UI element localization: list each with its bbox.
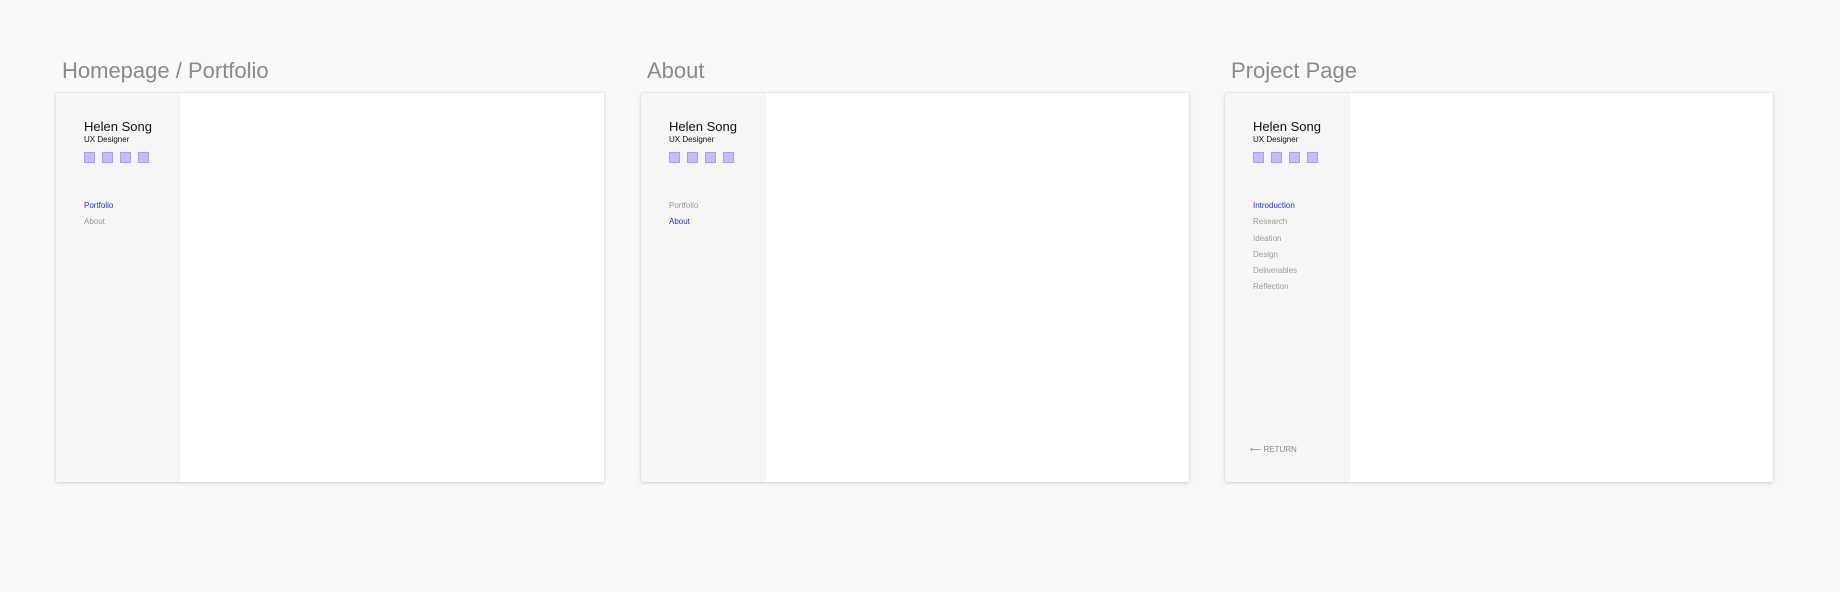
nav-item-portfolio[interactable]: Portfolio bbox=[669, 198, 698, 214]
social-icon-1[interactable] bbox=[84, 152, 95, 163]
nav-item-about[interactable]: About bbox=[669, 214, 698, 230]
sidebar-nav: Portfolio About bbox=[669, 198, 698, 231]
site-name[interactable]: Helen Song bbox=[1253, 119, 1321, 134]
social-links bbox=[1253, 152, 1318, 163]
sidebar: Helen Song UX Designer Portfolio About bbox=[56, 93, 181, 482]
nav-item-introduction[interactable]: Introduction bbox=[1253, 198, 1297, 214]
sidebar-nav: Introduction Research Ideation Design De… bbox=[1253, 198, 1297, 296]
board-title-homepage: Homepage / Portfolio bbox=[62, 58, 269, 83]
social-icon-4[interactable] bbox=[1307, 152, 1318, 163]
artboard-project-page: Helen Song UX Designer Introduction Rese… bbox=[1225, 93, 1773, 482]
site-role: UX Designer bbox=[669, 135, 715, 144]
social-icon-3[interactable] bbox=[705, 152, 716, 163]
social-icon-1[interactable] bbox=[669, 152, 680, 163]
return-link[interactable]: ⟵ RETURN bbox=[1250, 445, 1297, 454]
social-icon-1[interactable] bbox=[1253, 152, 1264, 163]
sidebar: Helen Song UX Designer Introduction Rese… bbox=[1225, 93, 1350, 482]
social-icon-4[interactable] bbox=[723, 152, 734, 163]
social-icon-4[interactable] bbox=[138, 152, 149, 163]
site-name[interactable]: Helen Song bbox=[84, 119, 152, 134]
site-name[interactable]: Helen Song bbox=[669, 119, 737, 134]
board-title-project-page: Project Page bbox=[1231, 58, 1357, 83]
nav-item-reflection[interactable]: Reflection bbox=[1253, 279, 1297, 295]
nav-item-design[interactable]: Design bbox=[1253, 247, 1297, 263]
artboard-about: Helen Song UX Designer Portfolio About bbox=[641, 93, 1189, 482]
nav-item-portfolio[interactable]: Portfolio bbox=[84, 198, 113, 214]
sidebar-nav: Portfolio About bbox=[84, 198, 113, 231]
site-role: UX Designer bbox=[1253, 135, 1299, 144]
social-links bbox=[669, 152, 734, 163]
board-title-about: About bbox=[647, 58, 705, 83]
sidebar: Helen Song UX Designer Portfolio About bbox=[641, 93, 766, 482]
social-icon-2[interactable] bbox=[1271, 152, 1282, 163]
social-icon-2[interactable] bbox=[687, 152, 698, 163]
nav-item-research[interactable]: Research bbox=[1253, 214, 1297, 230]
social-links bbox=[84, 152, 149, 163]
nav-item-deliverables[interactable]: Deliverables bbox=[1253, 263, 1297, 279]
return-label: RETURN bbox=[1263, 445, 1297, 454]
artboard-homepage: Helen Song UX Designer Portfolio About bbox=[56, 93, 604, 482]
site-role: UX Designer bbox=[84, 135, 130, 144]
social-icon-2[interactable] bbox=[102, 152, 113, 163]
nav-item-ideation[interactable]: Ideation bbox=[1253, 231, 1297, 247]
social-icon-3[interactable] bbox=[1289, 152, 1300, 163]
nav-item-about[interactable]: About bbox=[84, 214, 113, 230]
arrow-left-icon: ⟵ bbox=[1250, 445, 1262, 454]
social-icon-3[interactable] bbox=[120, 152, 131, 163]
